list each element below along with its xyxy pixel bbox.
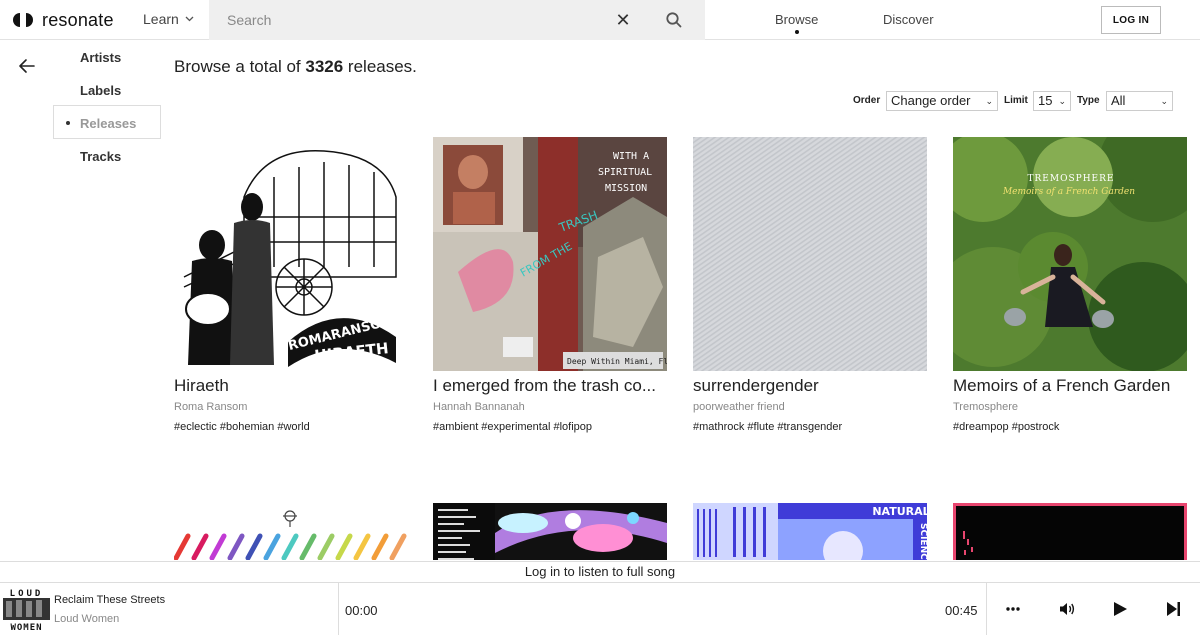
login-banner[interactable]: Log in to listen to full song xyxy=(0,561,1200,582)
volume-icon[interactable] xyxy=(1057,599,1077,619)
sidebar-item-artists[interactable]: Artists xyxy=(80,50,121,65)
track-title[interactable]: Reclaim These Streets xyxy=(54,594,165,606)
order-value: Change order xyxy=(891,93,971,108)
release-cover[interactable]: TREMOSPHERE Memoirs of a French Garden xyxy=(953,137,1187,371)
release-title[interactable]: Hiraeth xyxy=(174,376,408,396)
hiraeth-artwork: ROMARANSOM HIRAETH xyxy=(174,137,408,371)
sidebar-item-tracks[interactable]: Tracks xyxy=(80,149,121,164)
search-icon[interactable] xyxy=(664,10,684,30)
learn-label: Learn xyxy=(143,11,179,27)
learn-menu[interactable]: Learn xyxy=(143,11,194,27)
limit-value: 15 xyxy=(1038,93,1053,108)
chevron-down-icon xyxy=(185,16,194,22)
sidebar-item-releases-label[interactable]: Releases xyxy=(80,116,136,131)
chevron-down-icon: ⌄ xyxy=(985,96,993,106)
release-title[interactable]: Memoirs of a French Garden xyxy=(953,376,1187,396)
arrow-left-icon[interactable] xyxy=(18,58,36,74)
cover-text: NATURAL xyxy=(872,505,927,518)
rainbow-stripes-artwork xyxy=(174,503,408,560)
chevron-down-icon: ⌄ xyxy=(1058,96,1066,106)
top-header: resonate Learn ✕ Browse Discover LOG IN xyxy=(0,0,1200,40)
logo[interactable]: resonate xyxy=(12,8,114,32)
cover-text: Deep Within Miami, Fl xyxy=(567,357,667,366)
logo-text: resonate xyxy=(42,9,114,30)
player-bar: LOUD WOMEN Reclaim These Streets Loud Wo… xyxy=(0,582,1200,635)
active-tab-indicator xyxy=(795,30,799,34)
limit-select[interactable]: 15 ⌄ xyxy=(1033,91,1071,111)
divider xyxy=(338,583,339,635)
release-cover[interactable] xyxy=(433,503,667,560)
order-label: Order xyxy=(853,95,881,106)
release-cover[interactable] xyxy=(174,503,408,560)
tab-discover[interactable]: Discover xyxy=(883,12,934,27)
divider xyxy=(986,583,987,635)
release-cover[interactable]: ROMARANSOM HIRAETH xyxy=(174,137,408,371)
time-total: 00:45 xyxy=(945,603,978,618)
art-text: LOUD xyxy=(10,589,44,599)
cover-band-text: TREMOSPHERE xyxy=(1028,174,1115,184)
release-tags[interactable]: #mathrock #flute #transgender xyxy=(693,421,842,433)
garden-artwork: TREMOSPHERE Memoirs of a French Garden xyxy=(953,137,1187,371)
logo-mark-icon xyxy=(12,13,34,27)
active-item-dot xyxy=(66,121,70,125)
neon-artwork xyxy=(433,503,667,560)
type-label: Type xyxy=(1077,95,1100,106)
type-value: All xyxy=(1111,93,1126,108)
chevron-down-icon: ⌄ xyxy=(1160,96,1168,106)
cover-text: SPIRITUAL xyxy=(598,167,652,178)
type-select[interactable]: All ⌄ xyxy=(1106,91,1173,111)
more-dots-icon[interactable] xyxy=(1003,599,1023,619)
title-suffix: releases. xyxy=(347,57,417,76)
release-tags[interactable]: #ambient #experimental #lofipop xyxy=(433,421,592,433)
release-artist[interactable]: Hannah Bannanah xyxy=(433,401,525,413)
release-cover[interactable]: NATURAL SCIENCE xyxy=(693,503,927,560)
skip-next-icon[interactable] xyxy=(1163,599,1183,619)
release-count: 3326 xyxy=(305,57,344,76)
player-artwork[interactable]: LOUD WOMEN xyxy=(3,586,50,633)
tab-browse[interactable]: Browse xyxy=(775,12,818,27)
close-icon[interactable]: ✕ xyxy=(613,10,633,30)
loud-women-artwork: LOUD WOMEN xyxy=(3,586,50,633)
order-select[interactable]: Change order ⌄ xyxy=(886,91,998,111)
login-button[interactable]: LOG IN xyxy=(1101,6,1161,34)
natural-science-artwork: NATURAL SCIENCE xyxy=(693,503,927,560)
play-icon[interactable] xyxy=(1110,599,1130,619)
fabric-artwork xyxy=(693,137,927,371)
search-input[interactable] xyxy=(209,0,589,40)
limit-label: Limit xyxy=(1004,95,1028,106)
art-text: WOMEN xyxy=(10,623,42,633)
release-cover[interactable] xyxy=(693,137,927,371)
sidebar-item-labels[interactable]: Labels xyxy=(80,83,121,98)
cover-text: SCIENCE xyxy=(918,523,927,560)
time-current: 00:00 xyxy=(345,603,378,618)
release-title[interactable]: I emerged from the trash co... xyxy=(433,376,667,396)
release-cover[interactable]: WITH A SPIRITUAL MISSION TRASH FROM THE … xyxy=(433,137,667,371)
release-tags[interactable]: #dreampop #postrock xyxy=(953,421,1059,433)
cover-title-text: Memoirs of a French Garden xyxy=(1002,187,1135,197)
login-banner-text: Log in to listen to full song xyxy=(524,564,676,579)
release-artist[interactable]: poorweather friend xyxy=(693,401,785,413)
release-tags[interactable]: #eclectic #bohemian #world xyxy=(174,421,310,433)
release-artist[interactable]: Tremosphere xyxy=(953,401,1018,413)
track-artist[interactable]: Loud Women xyxy=(54,613,119,625)
release-cover[interactable] xyxy=(953,503,1187,560)
title-prefix: Browse a total of xyxy=(174,57,301,76)
cover-text: MISSION xyxy=(605,183,647,194)
trash-artwork: WITH A SPIRITUAL MISSION TRASH FROM THE … xyxy=(433,137,667,371)
search-bar: ✕ xyxy=(209,0,705,40)
release-title[interactable]: surrendergender xyxy=(693,376,927,396)
release-artist[interactable]: Roma Ransom xyxy=(174,401,247,413)
page-title: Browse a total of 3326 releases. xyxy=(174,57,417,77)
cover-text: WITH A xyxy=(613,151,649,162)
pink-frame-artwork xyxy=(953,503,1187,560)
